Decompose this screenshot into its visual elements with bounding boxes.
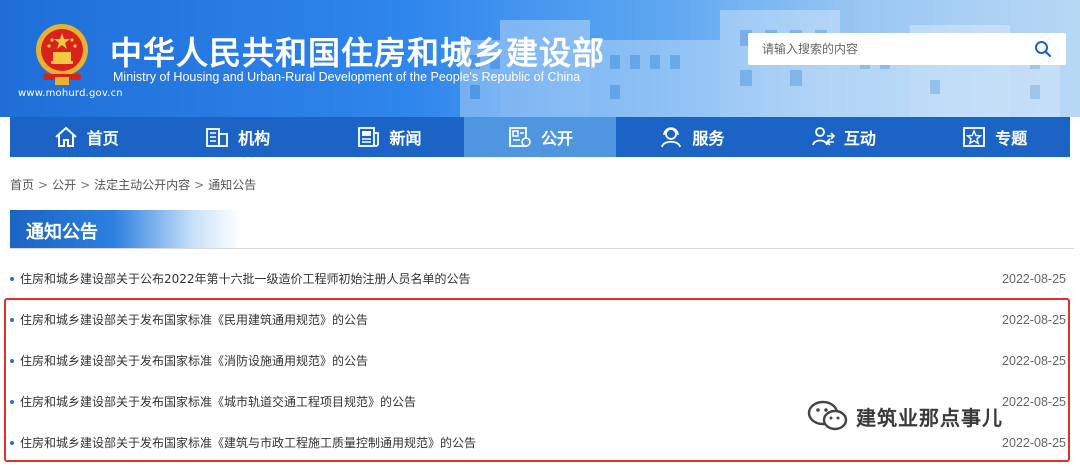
nav-item-public[interactable]: 公开 <box>464 117 616 157</box>
main-nav: 首页 机构 新闻 公开 服务 互动 专题 <box>10 117 1070 157</box>
nav-item-interaction[interactable]: 互动 <box>767 117 918 157</box>
list-item: 住房和城乡建设部关于公布2022年第十六批一级造价工程师初始注册人员名单的公告 … <box>10 258 1068 299</box>
nav-item-organization[interactable]: 机构 <box>161 117 312 157</box>
search-icon[interactable] <box>1034 40 1052 58</box>
building-icon <box>206 128 229 147</box>
star-icon <box>963 127 986 147</box>
section-title: 通知公告 <box>26 222 98 243</box>
breadcrumb-separator: > <box>80 178 91 192</box>
news-icon <box>357 127 379 147</box>
highlight-annotation-box <box>4 298 1070 462</box>
site-url: www.mohurd.gov.cn <box>18 88 123 99</box>
national-emblem-icon <box>36 24 88 85</box>
breadcrumb: 首页 > 公开 > 法定主动公开内容 > 通知公告 <box>10 176 256 193</box>
breadcrumb-public[interactable]: 公开 <box>52 178 76 192</box>
document-icon <box>509 127 531 147</box>
site-title-chinese: 中华人民共和国住房和城乡建设部 <box>110 34 606 72</box>
nav-item-label: 互动 <box>843 129 876 148</box>
section-title-tab: 通知公告 <box>10 210 240 248</box>
nav-item-home[interactable]: 首页 <box>10 117 161 157</box>
search-box <box>748 33 1066 65</box>
home-icon <box>55 126 77 147</box>
breadcrumb-separator: > <box>38 178 49 192</box>
wechat-watermark: 建筑业那点事儿 <box>806 398 1003 434</box>
bullet-dot <box>10 276 14 281</box>
nav-item-label: 公开 <box>540 129 573 148</box>
nav-item-label: 新闻 <box>389 129 422 148</box>
nav-item-label: 专题 <box>995 129 1028 148</box>
service-icon <box>661 127 682 148</box>
breadcrumb-separator: > <box>194 178 205 192</box>
section-header: 通知公告 <box>10 210 1074 249</box>
search-input[interactable] <box>748 33 1018 65</box>
wechat-icon <box>807 400 848 431</box>
notice-link[interactable]: 住房和城乡建设部关于公布2022年第十六批一级造价工程师初始注册人员名单的公告 <box>20 270 1002 287</box>
nav-item-label: 首页 <box>86 129 119 148</box>
nav-item-label: 机构 <box>238 129 271 148</box>
nav-item-news[interactable]: 新闻 <box>313 117 464 157</box>
notice-date: 2022-08-25 <box>1002 271 1066 286</box>
nav-item-service[interactable]: 服务 <box>616 117 767 157</box>
breadcrumb-statutory[interactable]: 法定主动公开内容 <box>94 178 190 192</box>
nav-item-label: 服务 <box>692 129 725 148</box>
watermark-text: 建筑业那点事儿 <box>856 405 1003 430</box>
site-header: www.mohurd.gov.cn 中华人民共和国住房和城乡建设部 Minist… <box>0 0 1080 117</box>
breadcrumb-notices[interactable]: 通知公告 <box>208 178 256 192</box>
breadcrumb-home[interactable]: 首页 <box>10 178 34 192</box>
site-title-english: Ministry of Housing and Urban-Rural Deve… <box>113 70 581 84</box>
interaction-icon <box>811 127 835 146</box>
nav-item-topics[interactable]: 专题 <box>919 117 1070 157</box>
